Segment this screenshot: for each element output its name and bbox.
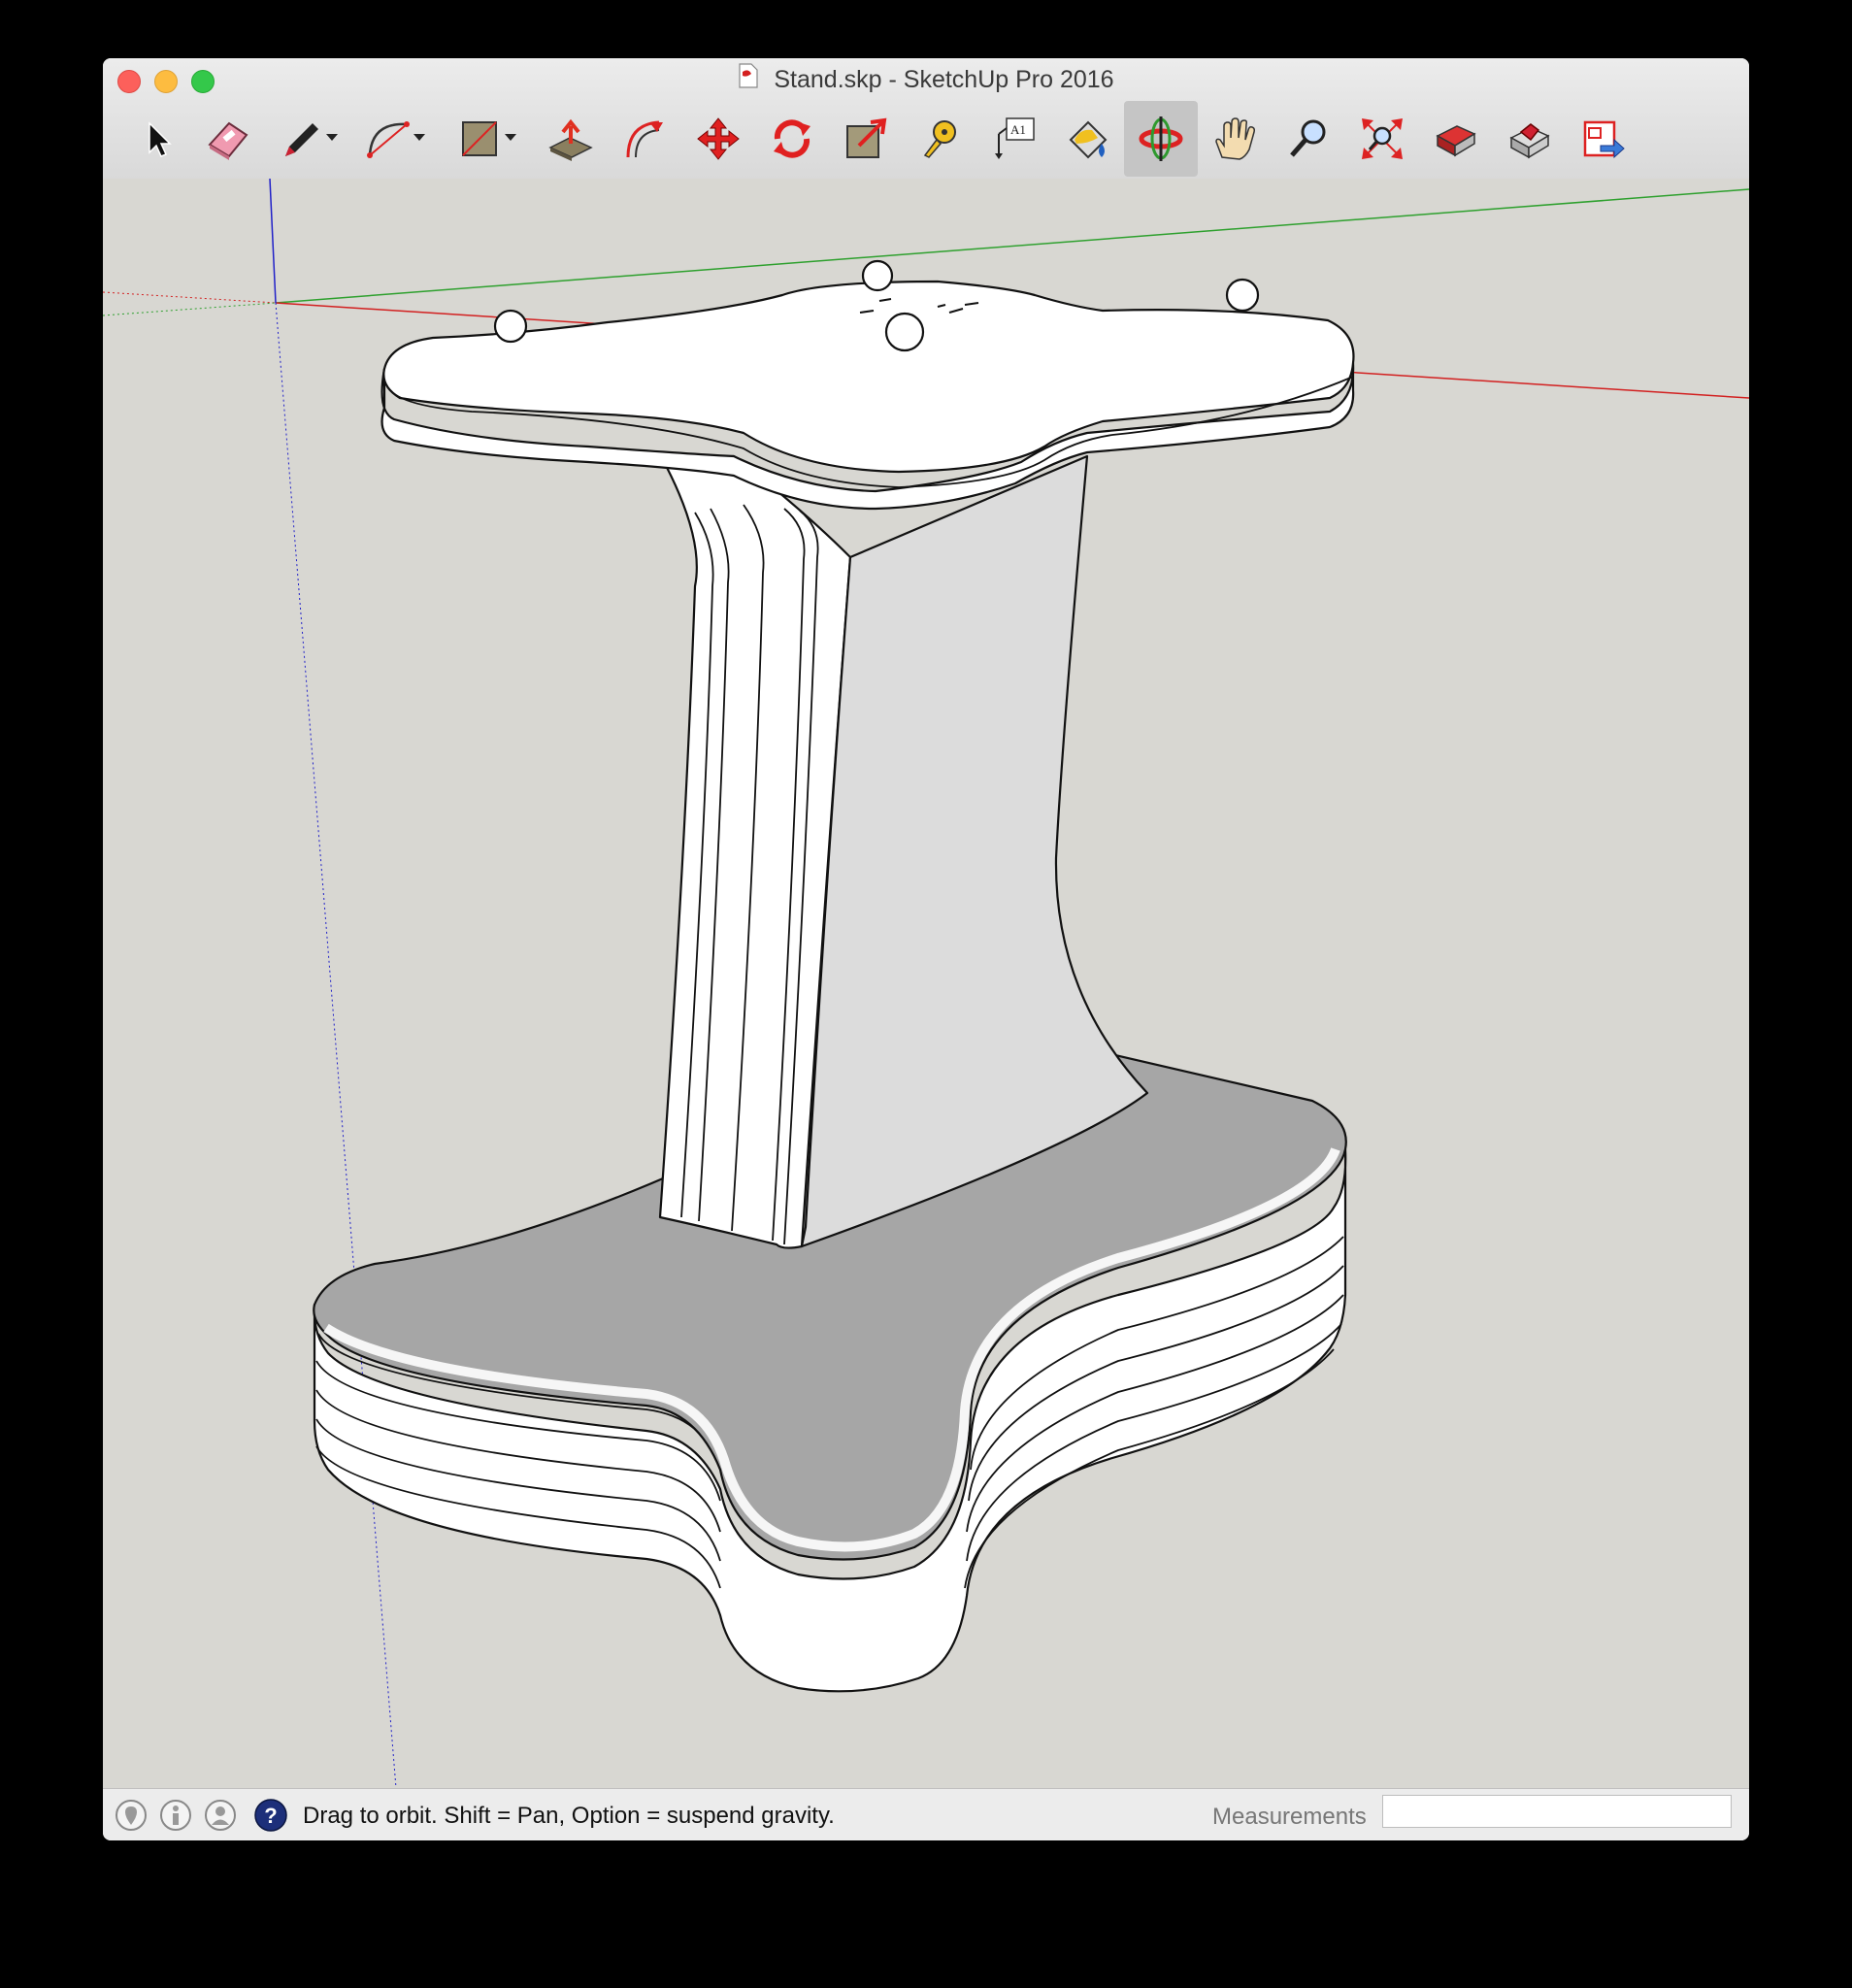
paint-bucket-tool-button[interactable] [1050,101,1124,177]
rectangle-dropdown-caret[interactable] [503,130,518,146]
measurements-field[interactable] [1382,1795,1732,1828]
model-viewport[interactable] [103,178,1749,1789]
zoom-tool-button[interactable] [1272,101,1345,177]
offset-icon [626,120,663,158]
send-to-layout-button[interactable] [1567,101,1640,177]
arc-icon [367,121,410,158]
zoom-extents-icon [1362,118,1403,159]
status-bar: ? Drag to orbit. Shift = Pan, Option = s… [103,1788,1749,1840]
warehouse-icon [1436,125,1476,157]
window-title-container: Stand.skp - SketchUp Pro 2016 [103,62,1749,97]
move-icon [697,117,740,160]
svg-text:A1: A1 [1010,122,1026,137]
rectangle-icon [462,121,497,156]
model-canvas [103,178,1749,1789]
green-axis-line [275,188,1749,304]
eraser-icon [208,121,248,160]
red-axis-dotted [103,291,277,304]
text-icon: A1 [995,117,1035,159]
extension-warehouse-icon [1509,123,1550,159]
measurements-label: Measurements [1212,1804,1367,1830]
skp-document-icon [738,63,759,98]
geolocation-icon[interactable] [115,1799,148,1832]
chevron-down-icon [413,134,425,141]
pan-hand-icon [1215,117,1255,160]
offset-tool-button[interactable] [608,101,681,177]
rotate-tool-button[interactable] [755,101,829,177]
pencil-icon [285,123,318,156]
move-tool-button[interactable] [681,101,755,177]
tape-measure-icon [923,120,956,158]
text-tool-button[interactable]: A1 [976,101,1050,177]
select-tool-button[interactable] [120,101,194,177]
extension-warehouse-button[interactable] [1493,101,1567,177]
pin-left [493,309,528,344]
help-icon[interactable]: ? [254,1799,287,1832]
scale-icon [846,117,887,158]
sketchup-window: Stand.skp - SketchUp Pro 2016 A1 ? Drag … [103,58,1749,1840]
zoom-extents-tool-button[interactable] [1345,101,1419,177]
user-account-icon[interactable] [204,1799,237,1832]
blue-axis-line [269,178,277,304]
blue-axis-dotted [275,302,397,1789]
stand-model[interactable] [313,259,1355,1693]
svg-text:?: ? [264,1804,277,1828]
3d-warehouse-button[interactable] [1419,101,1493,177]
zoom-icon [1290,119,1326,157]
send-to-layout-icon [1583,120,1625,159]
window-title: Stand.skp - SketchUp Pro 2016 [774,66,1114,93]
arrow-pointer-icon [149,121,172,157]
tape-measure-tool-button[interactable] [903,101,976,177]
chevron-down-icon [326,134,338,141]
push-pull-icon [548,118,593,161]
pin-back [861,259,894,292]
large-toolset-toolbar: A1 [120,101,1732,177]
rotate-icon [774,119,810,158]
line-dropdown-caret[interactable] [324,130,340,146]
scale-tool-button[interactable] [829,101,903,177]
pan-tool-button[interactable] [1198,101,1272,177]
paint-bucket-icon [1069,120,1108,159]
title-bar: Stand.skp - SketchUp Pro 2016 A1 [103,58,1749,180]
status-message: Drag to orbit. Shift = Pan, Option = sus… [303,1803,835,1829]
orbit-icon [1139,116,1183,161]
arc-dropdown-caret[interactable] [412,130,427,146]
orbit-tool-button[interactable] [1124,101,1198,177]
credits-icon[interactable] [159,1799,192,1832]
chevron-down-icon [505,134,516,141]
eraser-tool-button[interactable] [190,101,264,177]
green-axis-dotted [103,302,277,316]
push-pull-tool-button[interactable] [534,101,608,177]
pin-right [1225,278,1260,313]
pin-front [884,312,925,352]
